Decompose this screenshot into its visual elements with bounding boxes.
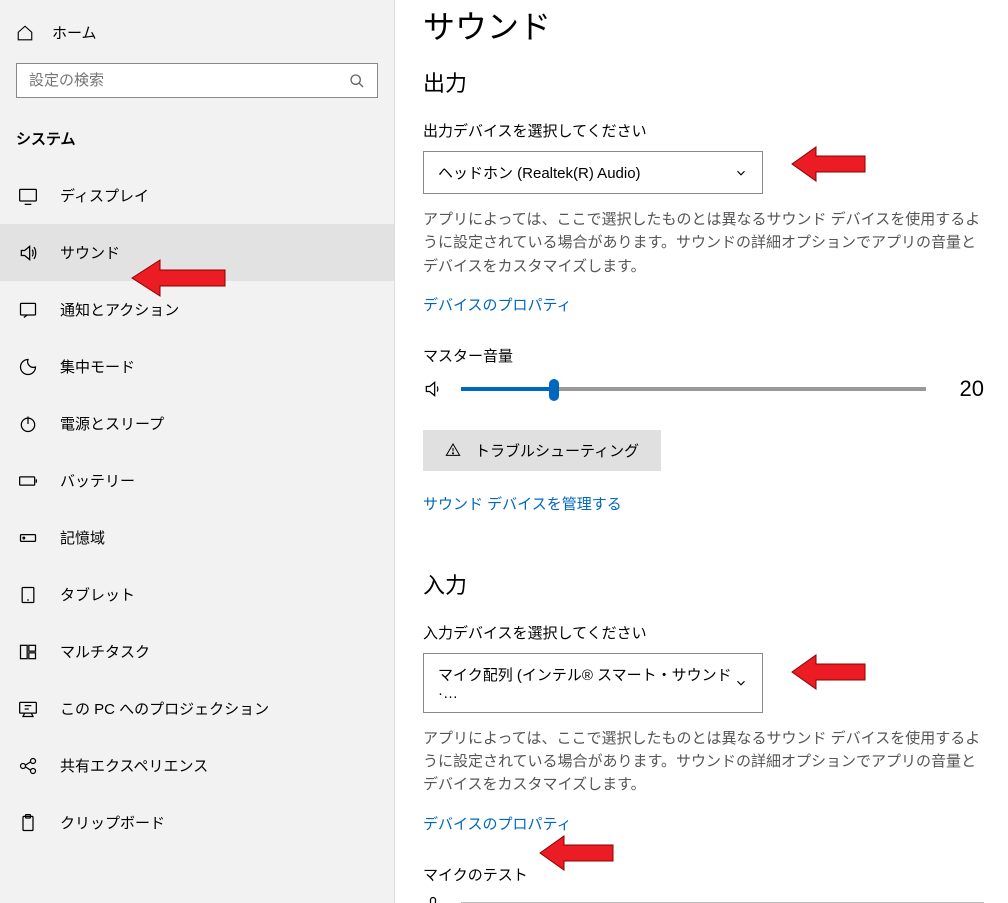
manage-devices-link[interactable]: サウンド デバイスを管理する	[423, 493, 622, 514]
troubleshoot-button[interactable]: トラブルシューティング	[423, 430, 661, 471]
microphone-icon	[423, 895, 443, 903]
output-device-dropdown[interactable]: ヘッドホン (Realtek(R) Audio)	[423, 151, 763, 194]
volume-icon	[423, 379, 443, 399]
settings-sidebar: ホーム システム ディスプレイ サウンド 通知とアクション 集中モード 電源とス…	[0, 0, 395, 903]
output-properties-link[interactable]: デバイスのプロパティ	[423, 294, 572, 315]
home-icon	[16, 24, 34, 42]
input-device-label: 入力デバイスを選択してください	[423, 622, 984, 643]
nav-tablet[interactable]: タブレット	[0, 566, 394, 623]
page-title: サウンド	[423, 2, 984, 48]
nav-label: タブレット	[60, 584, 135, 605]
volume-value: 20	[944, 376, 984, 402]
home-label: ホーム	[52, 22, 97, 43]
chevron-down-icon	[734, 676, 748, 690]
output-desc: アプリによっては、ここで選択したものとは異なるサウンド デバイスを使用するように…	[423, 208, 984, 278]
multitask-icon	[18, 642, 38, 662]
power-icon	[18, 414, 38, 434]
nav-label: 集中モード	[60, 356, 135, 377]
storage-icon	[18, 528, 38, 548]
notification-icon	[18, 300, 38, 320]
tablet-icon	[18, 585, 38, 605]
input-device-value: マイク配列 (インテル® スマート・サウンド·…	[438, 664, 734, 702]
nav-shared[interactable]: 共有エクスペリエンス	[0, 737, 394, 794]
search-input[interactable]	[29, 72, 349, 89]
display-icon	[18, 186, 38, 206]
slider-thumb[interactable]	[549, 379, 559, 401]
nav-sound[interactable]: サウンド	[0, 224, 394, 281]
share-icon	[18, 756, 38, 776]
troubleshoot-label: トラブルシューティング	[475, 440, 639, 461]
focus-icon	[18, 357, 38, 377]
nav-label: 電源とスリープ	[60, 413, 164, 434]
nav-label: バッテリー	[60, 470, 135, 491]
nav-battery[interactable]: バッテリー	[0, 452, 394, 509]
nav-label: 通知とアクション	[60, 299, 179, 320]
home-link[interactable]: ホーム	[0, 12, 394, 53]
volume-slider[interactable]	[461, 387, 926, 391]
nav-projection[interactable]: この PC へのプロジェクション	[0, 680, 394, 737]
input-desc: アプリによっては、ここで選択したものとは異なるサウンド デバイスを使用するように…	[423, 727, 984, 797]
nav-label: この PC へのプロジェクション	[60, 698, 269, 719]
clipboard-icon	[18, 813, 38, 833]
nav-power[interactable]: 電源とスリープ	[0, 395, 394, 452]
search-icon	[349, 73, 365, 89]
master-volume-label: マスター音量	[423, 345, 984, 366]
nav-clipboard[interactable]: クリップボード	[0, 794, 394, 851]
nav-storage[interactable]: 記憶域	[0, 509, 394, 566]
output-heading: 出力	[423, 66, 984, 98]
nav-focus[interactable]: 集中モード	[0, 338, 394, 395]
nav-label: マルチタスク	[60, 641, 150, 662]
battery-icon	[18, 471, 38, 491]
warning-icon	[445, 442, 461, 458]
slider-fill	[461, 387, 554, 391]
sound-icon	[18, 243, 38, 263]
input-properties-link[interactable]: デバイスのプロパティ	[423, 813, 572, 834]
nav-label: 共有エクスペリエンス	[60, 755, 208, 776]
projection-icon	[18, 699, 38, 719]
output-device-label: 出力デバイスを選択してください	[423, 120, 984, 141]
nav-label: クリップボード	[60, 812, 165, 833]
input-heading: 入力	[423, 568, 984, 600]
input-device-dropdown[interactable]: マイク配列 (インテル® スマート・サウンド·…	[423, 653, 763, 713]
main-content: サウンド 出力 出力デバイスを選択してください ヘッドホン (Realtek(R…	[395, 0, 1008, 903]
nav-label: 記憶域	[60, 527, 105, 548]
settings-search[interactable]	[16, 63, 378, 98]
category-label: システム	[0, 118, 394, 167]
nav-label: ディスプレイ	[60, 185, 149, 206]
mic-test-label: マイクのテスト	[423, 864, 984, 885]
nav-multitask[interactable]: マルチタスク	[0, 623, 394, 680]
output-device-value: ヘッドホン (Realtek(R) Audio)	[438, 162, 641, 183]
nav-label: サウンド	[60, 242, 120, 263]
nav-display[interactable]: ディスプレイ	[0, 167, 394, 224]
nav-notifications[interactable]: 通知とアクション	[0, 281, 394, 338]
chevron-down-icon	[734, 166, 748, 180]
